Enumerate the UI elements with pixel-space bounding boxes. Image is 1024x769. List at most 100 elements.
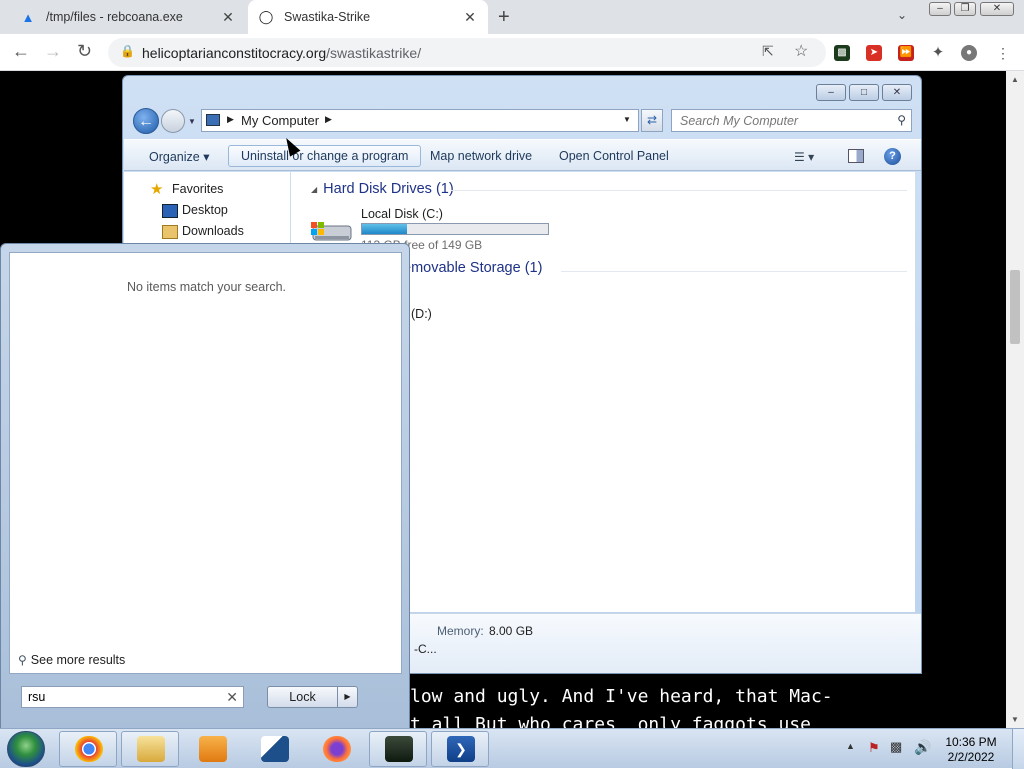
drive-icon: ▲ [21, 9, 35, 25]
volume-icon[interactable]: 🔊 [914, 739, 931, 756]
address-dropdown-icon[interactable]: ▼ [623, 115, 631, 124]
search-icon: ⚲ [18, 653, 27, 667]
local-disk-c[interactable]: Local Disk (C:) [361, 207, 443, 221]
address-bar[interactable]: 🔒 helicoptarianconstitocracy.org/swastik… [108, 38, 826, 67]
tab-search-chevron-icon[interactable]: ⌄ [897, 8, 907, 22]
drive-d[interactable]: (D:) [411, 307, 432, 321]
taskbar-firefox[interactable] [307, 731, 365, 767]
taskbar-media-player[interactable] [183, 731, 241, 767]
processor-text: -C... [414, 642, 437, 656]
refresh-button[interactable]: ⇄ [641, 109, 663, 132]
close-window-button[interactable]: ✕ [980, 2, 1014, 16]
hard-disk-icon [311, 222, 352, 241]
breadcrumb-arrow-icon[interactable]: ▶ [325, 114, 332, 125]
preview-pane-icon[interactable] [848, 149, 864, 163]
close-tab-icon[interactable]: ✕ [220, 9, 236, 26]
explorer-maximize-button[interactable]: □ [849, 84, 879, 101]
scroll-thumb[interactable] [1010, 270, 1020, 344]
taskbar-clock[interactable]: 10:36 PM 2/2/2022 [936, 735, 1006, 765]
url-text: helicoptarianconstitocracy.org/swastikas… [142, 45, 421, 61]
firefox-icon [323, 736, 351, 762]
clock-time: 10:36 PM [945, 735, 997, 749]
network-icon[interactable]: ▩ [890, 739, 902, 755]
show-desktop-button[interactable] [1012, 729, 1024, 769]
star-icon: ★ [150, 181, 164, 198]
help-icon[interactable]: ? [884, 148, 901, 165]
reload-icon[interactable]: ↻ [77, 41, 92, 62]
power-options-arrow-icon[interactable]: ▶ [337, 686, 358, 708]
computer-icon [206, 114, 220, 126]
taskbar-terminal[interactable] [369, 731, 427, 767]
taskbar-kdenlive[interactable] [245, 731, 303, 767]
new-tab-button[interactable]: + [498, 6, 510, 29]
puzzle-extensions-icon[interactable]: ✦ [930, 45, 946, 61]
tab-tmp-files[interactable]: ▲ /tmp/files - rebcoana.exe ✕ [10, 0, 246, 34]
start-button[interactable] [7, 731, 45, 767]
page-scrollbar[interactable]: ▲ ▼ [1006, 71, 1024, 728]
start-menu: No items match your search. ⚲ See more re… [0, 243, 410, 730]
explorer-search-input[interactable]: Search My Computer ⚲ [671, 109, 912, 132]
page-text-line: t all But who cares only faggots use [410, 714, 811, 728]
memory-value: 8.00 GB [489, 624, 534, 638]
forward-icon[interactable]: → [44, 41, 62, 62]
minimize-button[interactable]: – [929, 2, 951, 16]
tab-swastika-strike[interactable]: ◯ Swastika-Strike ✕ [248, 0, 488, 34]
taskbar-chrome[interactable] [59, 731, 117, 767]
scroll-up-icon[interactable]: ▲ [1011, 75, 1019, 84]
explorer-close-button[interactable]: ✕ [882, 84, 912, 101]
see-more-results-link[interactable]: ⚲ See more results [18, 653, 125, 667]
group-divider [451, 190, 907, 191]
page-text: low and ugly. And I've heard, that Mac-t… [410, 683, 1006, 728]
organize-button[interactable]: Organize ▾ [143, 147, 215, 166]
lock-icon[interactable]: 🔒 [120, 44, 135, 58]
group-title: Hard Disk Drives (1) [323, 181, 454, 197]
restore-button[interactable]: ❐ [954, 2, 976, 16]
chrome-icon [75, 736, 103, 762]
group-header-removable[interactable]: emovable Storage (1) [403, 260, 542, 276]
forward-button[interactable] [161, 109, 185, 133]
tab-title: /tmp/files - rebcoana.exe [46, 10, 183, 24]
menu-dots-icon[interactable]: ⋮ [995, 45, 1011, 61]
extension-icon[interactable]: ▩ [834, 45, 850, 61]
show-hidden-icons-icon[interactable]: ▲ [846, 741, 855, 751]
kdenlive-icon [261, 736, 289, 762]
tab-title: Swastika-Strike [284, 10, 371, 24]
taskbar: ❯ ▲ ⚑ ▩ 🔊 10:36 PM 2/2/2022 [0, 728, 1024, 769]
command-bar: Organize ▾ Uninstall or change a program… [124, 139, 921, 171]
profile-avatar[interactable]: ● [961, 45, 977, 61]
start-search-input[interactable]: rsu ✕ [21, 686, 244, 708]
search-icon[interactable]: ⚲ [897, 113, 906, 127]
back-button[interactable]: ← [133, 108, 159, 134]
nav-desktop[interactable]: Desktop [182, 203, 228, 217]
extension-icon[interactable]: ⏩ [898, 45, 914, 61]
breadcrumb-my-computer[interactable]: My Computer [241, 113, 319, 128]
tab-strip: ▲ /tmp/files - rebcoana.exe ✕ ◯ Swastika… [0, 0, 1024, 34]
scroll-down-icon[interactable]: ▼ [1011, 715, 1019, 724]
close-tab-icon[interactable]: ✕ [462, 9, 478, 26]
back-icon[interactable]: ← [12, 41, 30, 62]
change-view-icon[interactable]: ☰ ▾ [794, 150, 814, 164]
bookmark-star-icon[interactable]: ☆ [794, 41, 808, 61]
map-network-drive-button[interactable]: Map network drive [424, 147, 538, 165]
breadcrumb-arrow-icon[interactable]: ▶ [227, 114, 234, 125]
group-header-hard-disks[interactable]: ◢ Hard Disk Drives (1) [311, 181, 454, 197]
share-icon[interactable]: ⇱ [762, 43, 774, 60]
group-divider [561, 271, 907, 272]
lock-button[interactable]: Lock [267, 686, 338, 708]
open-control-panel-button[interactable]: Open Control Panel [553, 147, 675, 165]
desktop-icon [162, 204, 178, 218]
extension-icon[interactable]: ➤ [866, 45, 882, 61]
disk-usage-fill [362, 224, 407, 234]
uninstall-program-button[interactable]: Uninstall or change a program [228, 145, 422, 167]
clear-search-icon[interactable]: ✕ [226, 689, 238, 706]
taskbar-powershell[interactable]: ❯ [431, 731, 489, 767]
explorer-address-bar[interactable]: ▶ My Computer ▶ ▼ [201, 109, 639, 132]
nav-favorites[interactable]: Favorites [172, 182, 223, 196]
search-placeholder: Search My Computer [680, 114, 799, 128]
collapse-triangle-icon[interactable]: ◢ [311, 185, 317, 194]
action-center-flag-icon[interactable]: ⚑ [868, 740, 880, 756]
explorer-minimize-button[interactable]: – [816, 84, 846, 101]
taskbar-explorer[interactable] [121, 731, 179, 767]
recent-pages-icon[interactable]: ▼ [188, 117, 196, 126]
nav-downloads[interactable]: Downloads [182, 224, 244, 238]
